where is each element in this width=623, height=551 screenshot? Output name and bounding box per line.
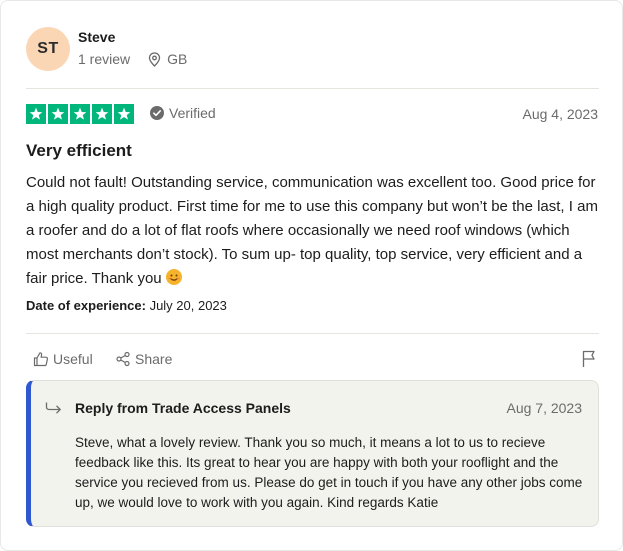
reviewer-name[interactable]: Steve: [78, 29, 115, 45]
smiling-face-icon: [165, 269, 182, 285]
reply-arrow-icon: [45, 401, 63, 420]
star-icon: [26, 104, 46, 124]
thumbs-up-icon: [33, 352, 49, 367]
star-rating: [26, 104, 134, 124]
avatar[interactable]: ST: [26, 27, 70, 71]
reviewer-location: GB: [148, 51, 187, 67]
review-body: Could not fault! Outstanding service, co…: [26, 171, 604, 291]
divider: [26, 88, 599, 89]
review-count: 1 review: [78, 51, 131, 67]
date-of-experience: Date of experience: July 20, 2023: [26, 298, 227, 313]
country-code: GB: [167, 51, 188, 67]
star-icon: [48, 104, 68, 124]
location-pin-icon: [148, 51, 161, 67]
verified-label: Verified: [169, 105, 216, 121]
reviewer-meta: 1 review GB: [78, 51, 187, 67]
review-date: Aug 4, 2023: [522, 106, 598, 122]
check-circle-icon: [150, 106, 164, 120]
report-flag-button[interactable]: [581, 350, 597, 373]
star-icon: [114, 104, 134, 124]
verified-badge[interactable]: Verified: [150, 105, 216, 121]
review-card: ST Steve 1 review GB Verified Aug 4, 202…: [0, 0, 623, 551]
reply-body: Steve, what a lovely review. Thank you s…: [75, 435, 583, 510]
divider: [26, 333, 599, 334]
flag-icon: [582, 350, 595, 367]
useful-label: Useful: [53, 351, 93, 367]
useful-button[interactable]: Useful: [33, 351, 93, 367]
share-icon: [116, 351, 130, 367]
share-label: Share: [135, 351, 173, 367]
reply-title: Reply from Trade Access Panels: [75, 400, 291, 416]
company-reply: Reply from Trade Access Panels Aug 7, 20…: [26, 380, 599, 527]
experience-label: Date of experience:: [26, 298, 146, 313]
review-text: Could not fault! Outstanding service, co…: [26, 174, 598, 287]
share-button[interactable]: Share: [115, 351, 172, 367]
star-icon: [92, 104, 112, 124]
experience-date: July 20, 2023: [149, 298, 227, 313]
reply-date: Aug 7, 2023: [506, 400, 582, 416]
review-title[interactable]: Very efficient: [26, 141, 132, 161]
star-icon: [70, 104, 90, 124]
